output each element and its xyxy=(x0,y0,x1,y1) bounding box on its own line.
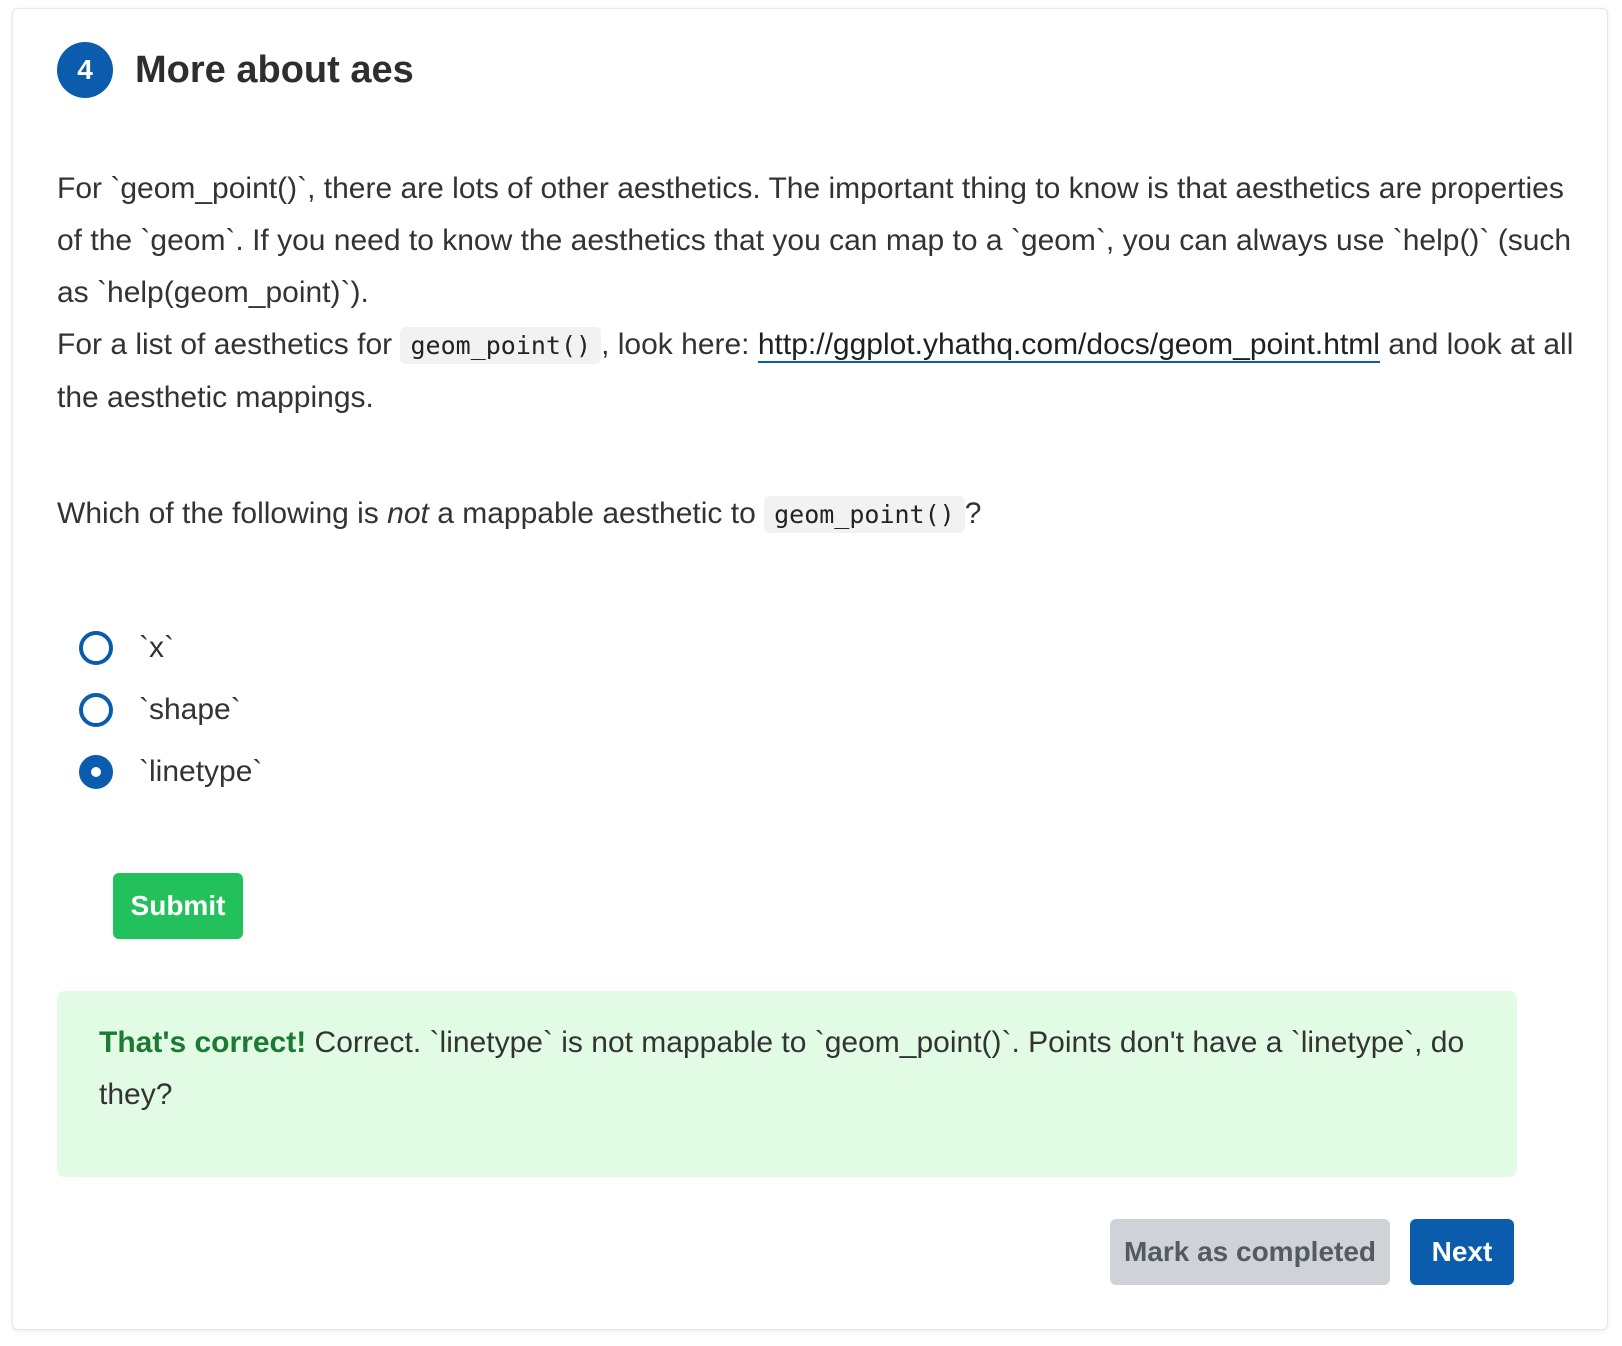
option-linetype[interactable]: `linetype` xyxy=(79,741,262,803)
option-shape[interactable]: `shape` xyxy=(79,679,262,741)
exercise-card: 4 More about aes For `geom_point()`, the… xyxy=(12,8,1608,1330)
answer-options: `x` `shape` `linetype` xyxy=(79,617,262,803)
question-text-middle: a mappable aesthetic to xyxy=(428,497,765,530)
question-text-end: ? xyxy=(964,497,982,530)
radio-selected-dot xyxy=(91,767,101,777)
radio-button-x[interactable] xyxy=(79,631,113,665)
next-button[interactable]: Next xyxy=(1410,1219,1514,1285)
geom-point-docs-link[interactable]: http://ggplot.yhathq.com/docs/geom_point… xyxy=(757,328,1380,363)
reference-text-start: For a list of aesthetics for xyxy=(57,328,401,361)
question-text-start: Which of the following is xyxy=(57,497,388,530)
aesthetics-reference-paragraph: For a list of aesthetics for geom_point(… xyxy=(57,319,1577,424)
step-number-badge: 4 xyxy=(57,42,113,98)
option-x[interactable]: `x` xyxy=(79,617,262,679)
submit-button[interactable]: Submit xyxy=(113,873,243,939)
section-title: More about aes xyxy=(135,48,414,91)
option-label: `linetype` xyxy=(139,755,263,788)
radio-button-linetype[interactable] xyxy=(79,755,113,789)
mark-as-completed-button[interactable]: Mark as completed xyxy=(1110,1219,1390,1285)
option-label: `shape` xyxy=(139,693,241,726)
feedback-status: That's correct! xyxy=(99,1026,307,1059)
quiz-question: Which of the following is not a mappable… xyxy=(57,496,982,533)
description-paragraph: For `geom_point()`, there are lots of ot… xyxy=(57,172,1572,309)
radio-button-shape[interactable] xyxy=(79,693,113,727)
question-emphasis: not xyxy=(387,497,429,530)
exercise-description: For `geom_point()`, there are lots of ot… xyxy=(57,163,1577,424)
question-inline-code: geom_point() xyxy=(764,496,965,533)
inline-code: geom_point() xyxy=(400,327,602,364)
reference-text-middle: , look here: xyxy=(601,328,758,361)
section-header: 4 More about aes xyxy=(57,42,414,98)
feedback-panel: That's correct! Correct. `linetype` is n… xyxy=(57,991,1517,1177)
option-label: `x` xyxy=(139,631,174,664)
